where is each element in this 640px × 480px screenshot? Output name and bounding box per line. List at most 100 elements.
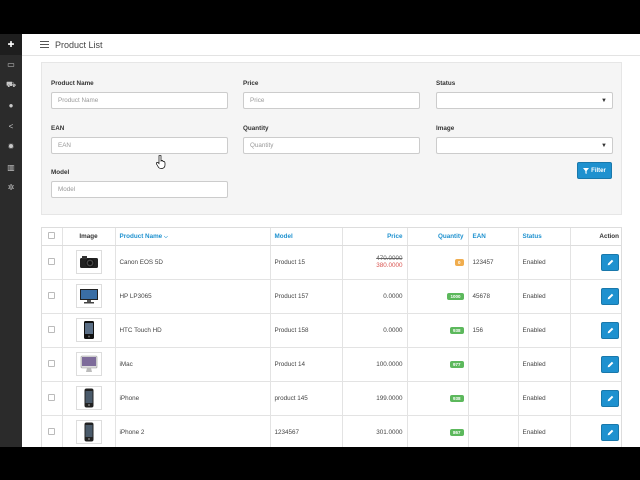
filter-quantity-input[interactable]: Quantity xyxy=(243,137,420,154)
sidebar-item-user[interactable]: ● xyxy=(0,96,22,117)
select-all-checkbox[interactable] xyxy=(48,231,56,239)
row-ean: 156 xyxy=(468,313,519,348)
row-product-name: HP LP3065 xyxy=(115,279,271,314)
row-checkbox[interactable] xyxy=(48,257,56,265)
edit-button[interactable] xyxy=(601,355,619,373)
product-table: Image Product Name ⌵ Model Price Quantit… xyxy=(42,228,621,447)
filter-image-select[interactable]: ▼ xyxy=(436,137,613,154)
col-status[interactable]: Status xyxy=(518,228,571,246)
row-price: 0.0000 xyxy=(383,326,403,334)
filter-price-input[interactable]: Price xyxy=(243,92,420,109)
row-product-name: Canon EOS 5D xyxy=(115,245,271,280)
filter-model-input[interactable]: Model xyxy=(51,181,228,198)
row-product-name: iPhone xyxy=(115,381,271,416)
page-title: Product List xyxy=(55,39,103,50)
row-product-name: iPhone 2 xyxy=(115,415,271,447)
row-product-name: HTC Touch HD xyxy=(115,313,271,348)
sort-caret-down-icon: ⌵ xyxy=(163,233,168,240)
row-quantity-cell: 867 xyxy=(407,415,469,447)
edit-button[interactable] xyxy=(601,287,619,305)
col-quantity[interactable]: Quantity xyxy=(407,228,469,246)
filter-status-label: Status xyxy=(436,80,456,87)
main-content: Product List Product Name Product Name P… xyxy=(22,34,640,447)
filter-image-group: Image ▼ xyxy=(436,125,613,154)
row-ean xyxy=(468,347,519,382)
page-header: Product List xyxy=(22,34,640,56)
monitor-icon: ▭ xyxy=(7,60,15,70)
bar-chart-icon: ▥ xyxy=(7,162,15,172)
col-price[interactable]: Price xyxy=(342,228,408,246)
filter-product-name-label: Product Name xyxy=(51,80,94,87)
table-row: iPhone product 145 199.0000 938 Enabled xyxy=(42,381,621,416)
row-price: 0.0000 xyxy=(383,292,403,300)
quantity-badge: 867 xyxy=(449,428,464,436)
row-action-cell xyxy=(570,415,621,447)
pencil-icon xyxy=(607,429,613,435)
filter-panel: Product Name Product Name Price Price St… xyxy=(41,62,622,215)
row-action-cell xyxy=(570,381,621,416)
list-icon xyxy=(40,40,49,49)
row-price: 199.0000 xyxy=(376,394,403,402)
sidebar-item-cogs[interactable]: ✲ xyxy=(0,178,22,199)
table-row: iMac Product 14 100.0000 977 Enabled xyxy=(42,347,621,382)
edit-button[interactable] xyxy=(601,423,619,441)
sidebar-item-gear[interactable]: ✹ xyxy=(0,137,22,158)
row-status: Enabled xyxy=(518,415,571,447)
edit-button[interactable] xyxy=(601,389,619,407)
row-image-cell xyxy=(62,415,116,447)
filter-status-select[interactable]: ▼ xyxy=(436,92,613,109)
row-checkbox[interactable] xyxy=(48,291,56,299)
row-action-cell xyxy=(570,245,621,280)
puzzle-icon: ✚ xyxy=(7,39,15,49)
row-status: Enabled xyxy=(518,347,571,382)
row-model: Product 15 xyxy=(270,245,343,280)
row-price-special: 380.0000 xyxy=(376,262,403,269)
quantity-badge: 1000 xyxy=(447,292,464,300)
col-product-name[interactable]: Product Name ⌵ xyxy=(115,228,271,246)
sidebar-item-puzzle[interactable]: ✚ xyxy=(0,34,22,55)
quantity-badge: 938 xyxy=(449,394,464,402)
row-image-cell xyxy=(62,313,116,348)
filter-button[interactable]: Filter xyxy=(577,162,612,179)
sidebar-item-bar-chart[interactable]: ▥ xyxy=(0,157,22,178)
col-image: Image xyxy=(62,228,116,246)
quantity-badge: 938 xyxy=(449,326,464,334)
table-row: Canon EOS 5D Product 15 470.0000 380.0000 0 1… xyxy=(42,245,621,280)
table-row: HP LP3065 Product 157 0.0000 1000 45678 Enabl… xyxy=(42,279,621,314)
col-ean[interactable]: EAN xyxy=(468,228,519,246)
filter-status-group: Status ▼ xyxy=(436,80,613,109)
row-checkbox[interactable] xyxy=(48,359,56,367)
row-quantity-cell: 977 xyxy=(407,347,469,382)
filter-quantity-group: Quantity Quantity xyxy=(243,125,420,154)
product-thumbnail xyxy=(75,386,102,410)
row-checkbox-cell xyxy=(42,381,63,416)
row-price-cell: 100.0000 xyxy=(342,347,408,382)
sidebar-item-monitor[interactable]: ▭ xyxy=(0,55,22,76)
row-status: Enabled xyxy=(518,279,571,314)
edit-button[interactable] xyxy=(601,253,619,271)
row-checkbox[interactable] xyxy=(48,325,56,333)
row-action-cell xyxy=(570,279,621,314)
cogs-icon: ✲ xyxy=(7,183,15,193)
row-action-cell xyxy=(570,313,621,348)
product-table-wrapper: Image Product Name ⌵ Model Price Quantit… xyxy=(41,227,622,447)
row-checkbox[interactable] xyxy=(48,393,56,401)
mouse-cursor-icon xyxy=(156,155,166,169)
row-action-cell xyxy=(570,347,621,382)
filter-ean-input[interactable]: EAN xyxy=(51,137,228,154)
row-product-name: iMac xyxy=(115,347,271,382)
filter-model-group: Model Model xyxy=(51,169,228,198)
table-row: HTC Touch HD Product 158 0.0000 938 156 Enabl… xyxy=(42,313,621,348)
row-quantity-cell: 938 xyxy=(407,381,469,416)
app-frame: ✚ ▭ ⛟ ● < ✹ ▥ ✲ Product List Product Name Produ… xyxy=(0,34,640,447)
product-thumbnail xyxy=(75,250,102,274)
filter-product-name-input[interactable]: Product Name xyxy=(51,92,228,109)
sidebar-item-share[interactable]: < xyxy=(0,116,22,137)
edit-button[interactable] xyxy=(601,321,619,339)
row-status: Enabled xyxy=(518,313,571,348)
filter-price-group: Price Price xyxy=(243,80,420,109)
sidebar-item-cart[interactable]: ⛟ xyxy=(0,75,22,96)
row-checkbox-cell xyxy=(42,313,63,348)
row-checkbox[interactable] xyxy=(48,427,56,435)
col-model[interactable]: Model xyxy=(270,228,343,246)
